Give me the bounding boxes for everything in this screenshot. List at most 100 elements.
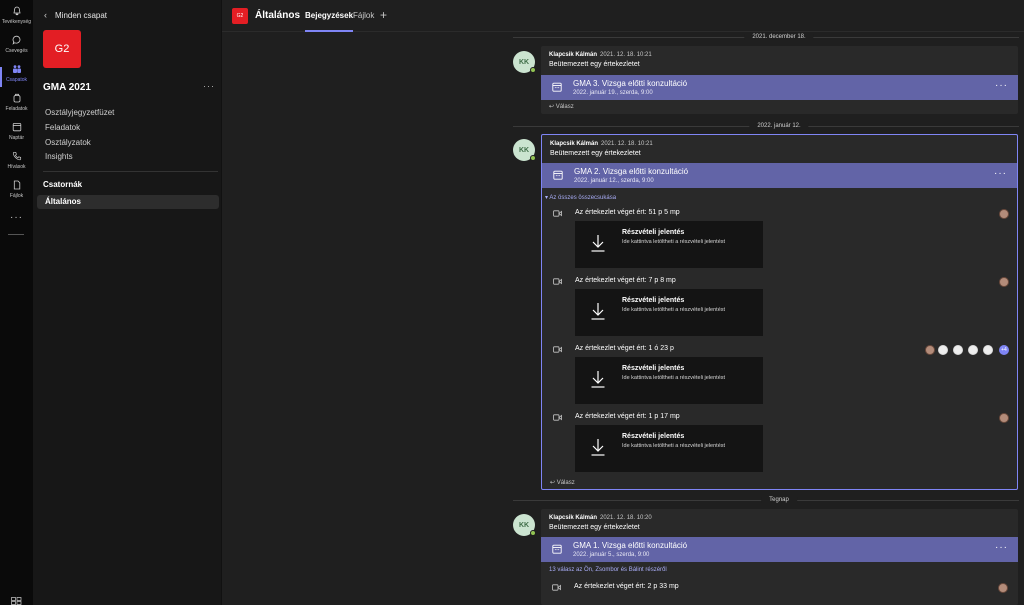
chat-icon	[11, 35, 20, 45]
meeting-ended-row: Az értekezlet véget ért: 51 p 5 mp	[542, 208, 1019, 222]
report-subtitle: Ide kattintva letöltheti a részvételi je…	[622, 443, 726, 449]
channel-title: Általános	[255, 10, 301, 21]
download-icon	[591, 303, 605, 320]
post-author: Klapcsik Kálmán	[549, 515, 598, 521]
reply-button[interactable]: ↩ Válasz	[550, 479, 575, 486]
meeting-more-options-button[interactable]: ···	[995, 542, 1008, 553]
rail-item-files[interactable]: Fájlok	[0, 180, 33, 208]
video-camera-icon	[553, 210, 562, 217]
avatar: KK	[513, 51, 536, 73]
team-sidebar: ‹ Minden csapat G2 GMA 2021 ··· Osztályj…	[33, 0, 222, 605]
rail-item-calls[interactable]: Hívások	[0, 151, 33, 179]
meeting-bar[interactable]: GMA 2. Vizsga előtti konzultáció 2022. j…	[542, 163, 1017, 188]
participant-avatar	[938, 345, 948, 355]
meeting-date: 2022. január 5., szerda, 9:00	[573, 552, 650, 558]
apps-icon[interactable]	[11, 597, 22, 605]
sidebar-item-insights[interactable]: Insights	[45, 152, 73, 161]
report-title: Részvételi jelentés	[622, 297, 685, 304]
tab-files[interactable]: Fájlok	[353, 11, 374, 20]
calendar-icon	[552, 82, 562, 92]
date-separator: 2022. január 12.	[749, 123, 809, 129]
sidebar-item-class-notebook[interactable]: Osztályjegyzetfüzet	[45, 108, 114, 117]
meeting-bar[interactable]: GMA 3. Vizsga előtti konzultáció 2022. j…	[541, 75, 1018, 100]
post-card[interactable]: Klapcsik Kálmán 2021. 12. 18. 10:21 Beüt…	[541, 46, 1018, 114]
rail-item-chat[interactable]: Csevegés	[0, 35, 33, 63]
meeting-title: GMA 3. Vizsga előtti konzultáció	[573, 79, 688, 88]
all-teams-back-button[interactable]: ‹ Minden csapat	[44, 9, 107, 21]
participant-avatar	[998, 583, 1008, 593]
rail-item-teams[interactable]: Csapatok	[0, 64, 33, 92]
post-author: Klapcsik Kálmán	[550, 141, 599, 147]
post-text: Beütemezett egy értekezletet	[549, 524, 640, 531]
app-rail: Tevékenység Csevegés Csapatok Feladatok …	[0, 0, 33, 605]
pane-divider	[221, 0, 222, 605]
post-card-selected[interactable]: Klapcsik Kálmán 2021. 12. 18. 10:21 Beüt…	[541, 134, 1018, 490]
channel-header: G2 Általános Bejegyzések Fájlok +	[222, 0, 1024, 32]
date-separator: Tegnap	[761, 497, 797, 503]
post-author: Klapcsik Kálmán	[549, 52, 598, 58]
back-label: Minden csapat	[55, 10, 108, 20]
meeting-ended-text: Az értekezlet véget ért: 7 p 8 mp	[575, 277, 676, 284]
replies-summary-link[interactable]: 13 válasz az Ön, Zsombor és Bálint részé…	[549, 567, 667, 573]
post-text: Beütemezett egy értekezletet	[549, 61, 640, 68]
meeting-ended-text: Az értekezlet véget ért: 2 p 33 mp	[574, 583, 679, 590]
download-icon	[591, 439, 605, 456]
attendance-report-card[interactable]: Részvételi jelentés Ide kattintva letölt…	[575, 357, 763, 404]
meeting-more-options-button[interactable]: ···	[995, 80, 1008, 91]
rail-item-activity[interactable]: Tevékenység	[0, 6, 33, 34]
report-subtitle: Ide kattintva letöltheti a részvételi je…	[622, 375, 726, 381]
participant-avatar	[983, 345, 993, 355]
sidebar-item-grades[interactable]: Osztályzatok	[45, 138, 91, 147]
rail-label: Csapatok	[5, 77, 28, 83]
more-participants-badge[interactable]: +4	[999, 345, 1009, 355]
channel-team-avatar: G2	[232, 8, 248, 24]
participant-avatar	[999, 413, 1009, 423]
download-icon	[591, 235, 605, 252]
meeting-ended-row: Az értekezlet véget ért: 1 ó 23 p +4	[542, 344, 1019, 358]
rail-item-assignments[interactable]: Feladatok	[0, 93, 33, 121]
reply-icon: ↩	[549, 104, 556, 110]
collapse-all-button[interactable]: ▾ Az összes összecsukása	[545, 194, 616, 201]
report-title: Részvételi jelentés	[622, 229, 685, 236]
presence-available-icon	[530, 530, 536, 536]
presence-available-icon	[530, 155, 536, 161]
report-title: Részvételi jelentés	[622, 433, 685, 440]
avatar-initials: KK	[518, 146, 530, 154]
reply-label: Válasz	[555, 104, 574, 110]
team-more-options-button[interactable]: ···	[203, 81, 215, 91]
reply-label: Válasz	[556, 480, 575, 486]
meeting-ended-row: Az értekezlet véget ért: 1 p 17 mp	[542, 412, 1019, 426]
channels-heading: Csatornák	[43, 180, 83, 189]
video-camera-icon	[552, 584, 561, 591]
channel-item-general[interactable]: Általános	[37, 195, 219, 209]
meeting-bar[interactable]: GMA 1. Vizsga előtti konzultáció 2022. j…	[541, 537, 1018, 562]
collapse-label: Az összes összecsukása	[549, 195, 617, 201]
team-name: GMA 2021	[43, 82, 91, 93]
reply-button[interactable]: ↩ Válasz	[549, 103, 574, 110]
rail-label: Feladatok	[5, 106, 28, 112]
meeting-ended-text: Az értekezlet véget ért: 51 p 5 mp	[575, 209, 680, 216]
meeting-ended-text: Az értekezlet véget ért: 1 ó 23 p	[575, 345, 674, 352]
attendance-report-card[interactable]: Részvételi jelentés Ide kattintva letölt…	[575, 221, 763, 268]
sidebar-item-assignments[interactable]: Feladatok	[45, 123, 80, 132]
meeting-more-options-button[interactable]: ···	[994, 168, 1007, 179]
attendance-report-card[interactable]: Részvételi jelentés Ide kattintva letölt…	[575, 289, 763, 336]
post-timestamp: 2021. 12. 18. 10:20	[600, 515, 652, 521]
add-tab-button[interactable]: +	[380, 8, 387, 22]
rail-label: Hívások	[7, 164, 26, 170]
meeting-ended-text: Az értekezlet véget ért: 1 p 17 mp	[575, 413, 680, 420]
meeting-date: 2022. január 19., szerda, 9:00	[573, 90, 653, 96]
post-card[interactable]: Klapcsik Kálmán 2021. 12. 18. 10:20 Beüt…	[541, 509, 1018, 605]
teams-window: Tevékenység Csevegés Csapatok Feladatok …	[0, 0, 1024, 605]
file-icon	[13, 180, 20, 190]
video-camera-icon	[553, 346, 562, 353]
rail-label: Tevékenység	[1, 19, 32, 25]
video-camera-icon	[553, 414, 562, 421]
avatar: KK	[513, 139, 536, 161]
tab-posts[interactable]: Bejegyzések	[305, 11, 354, 32]
attendance-report-card[interactable]: Részvételi jelentés Ide kattintva letölt…	[575, 425, 763, 472]
more-apps-button[interactable]: ···	[0, 212, 33, 223]
report-subtitle: Ide kattintva letöltheti a részvételi je…	[622, 307, 726, 313]
rail-item-calendar[interactable]: Naptár	[0, 122, 33, 150]
participant-avatar	[999, 209, 1009, 219]
